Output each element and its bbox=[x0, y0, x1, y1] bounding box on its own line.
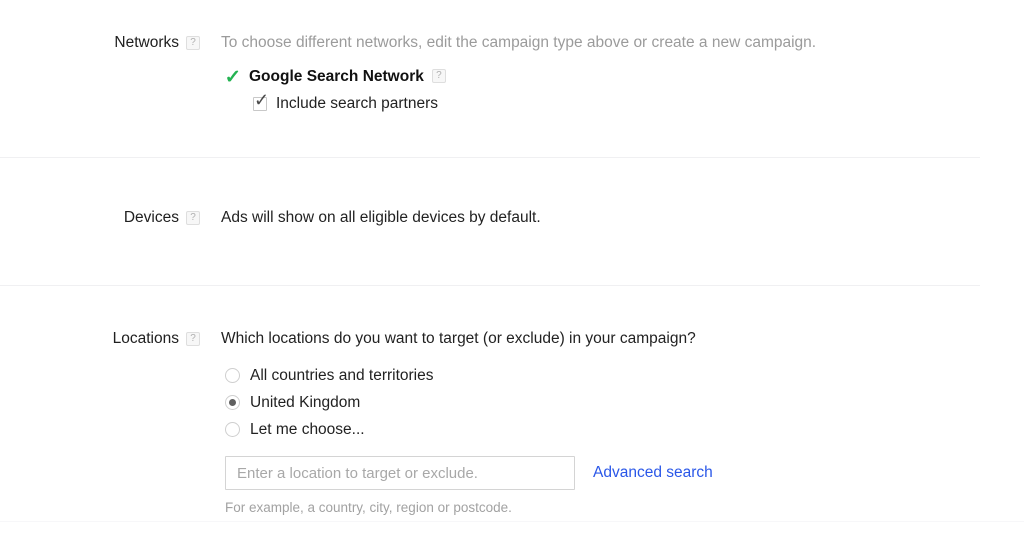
devices-content: Ads will show on all eligible devices by… bbox=[200, 208, 1024, 228]
devices-label: Devices bbox=[123, 209, 179, 226]
location-search-row: Advanced search bbox=[225, 456, 1024, 490]
locations-label-group: Locations ? bbox=[0, 329, 200, 349]
location-search-hint: For example, a country, city, region or … bbox=[225, 500, 512, 515]
section-divider bbox=[0, 157, 980, 158]
help-question-icon[interactable]: ? bbox=[186, 332, 200, 346]
campaign-settings-form: Networks ? To choose different networks,… bbox=[0, 0, 1024, 533]
radio-icon-selected[interactable] bbox=[225, 395, 240, 410]
networks-label: Networks bbox=[114, 34, 179, 51]
location-option-label: All countries and territories bbox=[250, 366, 434, 384]
location-option-united-kingdom[interactable]: United Kingdom bbox=[225, 389, 1024, 416]
locations-section: Locations ? Which locations do you want … bbox=[0, 329, 1024, 517]
help-question-icon[interactable]: ? bbox=[186, 36, 200, 50]
location-option-label: Let me choose... bbox=[250, 420, 365, 438]
location-option-let-me-choose[interactable]: Let me choose... bbox=[225, 416, 1024, 443]
include-search-partners-label: Include search partners bbox=[276, 95, 438, 112]
include-search-partners-row[interactable]: ✓ Include search partners bbox=[253, 91, 1024, 114]
radio-icon[interactable] bbox=[225, 368, 240, 383]
devices-section: Devices ? Ads will show on all eligible … bbox=[0, 208, 1024, 228]
help-question-icon[interactable]: ? bbox=[186, 211, 200, 225]
radio-icon[interactable] bbox=[225, 422, 240, 437]
networks-label-group: Networks ? bbox=[0, 33, 200, 53]
include-search-partners-checkbox[interactable]: ✓ bbox=[253, 91, 269, 111]
help-question-icon[interactable]: ? bbox=[431, 69, 446, 83]
location-option-all-countries[interactable]: All countries and territories bbox=[225, 362, 1024, 389]
locations-question: Which locations do you want to target (o… bbox=[221, 330, 696, 347]
advanced-search-link[interactable]: Advanced search bbox=[593, 463, 713, 483]
location-option-label: United Kingdom bbox=[250, 393, 361, 411]
networks-content: To choose different networks, edit the c… bbox=[200, 33, 1024, 114]
google-search-network-row: ✓ Google Search Network ? bbox=[225, 67, 1024, 87]
networks-description: To choose different networks, edit the c… bbox=[221, 34, 817, 51]
section-divider bbox=[0, 285, 980, 286]
locations-content: Which locations do you want to target (o… bbox=[200, 329, 1024, 517]
networks-section: Networks ? To choose different networks,… bbox=[0, 33, 1024, 114]
green-checkmark-icon: ✓ bbox=[224, 66, 242, 88]
devices-description: Ads will show on all eligible devices by… bbox=[221, 209, 541, 226]
locations-radio-group: All countries and territories United Kin… bbox=[221, 362, 1024, 443]
checkbox-tick-icon: ✓ bbox=[254, 90, 270, 110]
devices-label-group: Devices ? bbox=[0, 208, 200, 228]
google-search-network-label: Google Search Network bbox=[249, 68, 424, 85]
location-search-input[interactable] bbox=[225, 456, 575, 490]
locations-label: Locations bbox=[112, 330, 179, 347]
bottom-divider bbox=[0, 521, 1024, 522]
